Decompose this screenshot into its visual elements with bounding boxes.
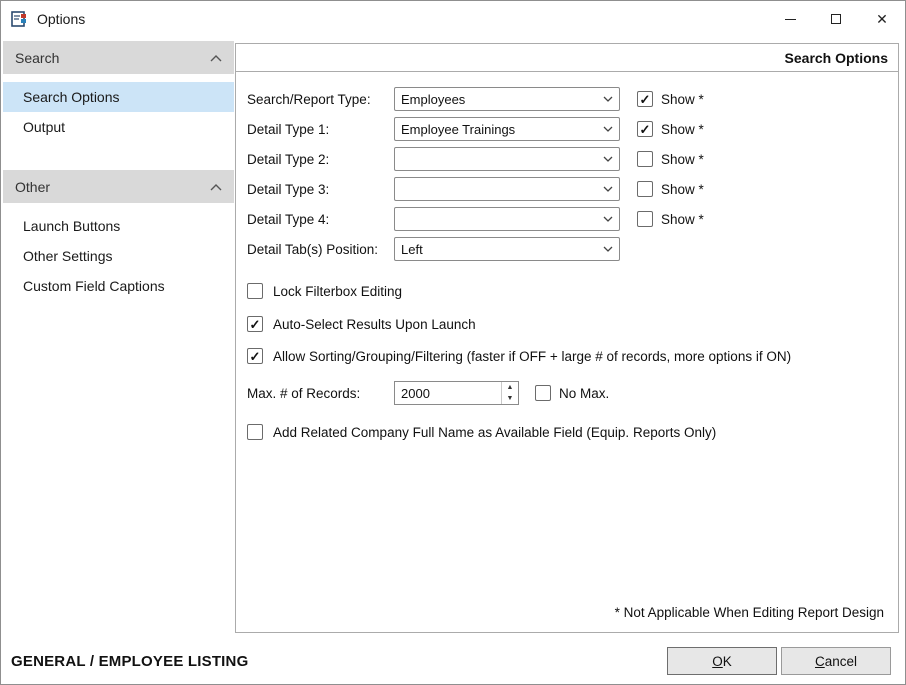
show-checkbox-4[interactable]	[637, 181, 653, 197]
window-title: Options	[37, 11, 85, 27]
close-button[interactable]: ✕	[859, 1, 905, 37]
titlebar: Options ✕	[1, 1, 905, 37]
field-label: Search/Report Type:	[247, 92, 394, 107]
sidebar-item-other-settings[interactable]: Other Settings	[3, 241, 234, 271]
related-company-checkbox[interactable]	[247, 424, 263, 440]
auto-select-checkbox[interactable]	[247, 316, 263, 332]
detail-type-4-dropdown[interactable]	[394, 207, 620, 231]
chevron-up-icon	[210, 183, 222, 191]
spinner-down-icon[interactable]: ▼	[502, 393, 518, 404]
close-icon: ✕	[876, 12, 888, 26]
chevron-down-icon	[603, 126, 613, 132]
sidebar-section-other[interactable]: Other	[3, 170, 234, 203]
field-label: Detail Type 2:	[247, 152, 394, 167]
related-company-row: Add Related Company Full Name as Availab…	[247, 424, 898, 440]
ok-button[interactable]: OK	[667, 647, 777, 675]
footnote: * Not Applicable When Editing Report Des…	[615, 605, 884, 620]
field-label: Max. # of Records:	[247, 386, 394, 401]
maximize-icon	[831, 14, 841, 24]
options-dialog: Options ✕ Search Search Options Output O…	[0, 0, 906, 685]
no-max-checkbox[interactable]	[535, 385, 551, 401]
sidebar-section-search[interactable]: Search	[3, 41, 234, 74]
detail-type-4-row: Detail Type 4: Show *	[247, 204, 898, 234]
maximize-button[interactable]	[813, 1, 859, 37]
field-label: Detail Type 4:	[247, 212, 394, 227]
chevron-down-icon	[603, 216, 613, 222]
app-icon	[11, 10, 29, 28]
search-report-type-row: Search/Report Type: Employees Show *	[247, 84, 898, 114]
sidebar-item-search-options[interactable]: Search Options	[3, 82, 234, 112]
detail-type-1-row: Detail Type 1: Employee Trainings Show *	[247, 114, 898, 144]
max-records-spinner[interactable]: 2000 ▲ ▼	[394, 381, 519, 405]
field-label: Detail Type 3:	[247, 182, 394, 197]
lock-filterbox-row: Lock Filterbox Editing	[247, 283, 898, 299]
search-options-panel: Search Options Search/Report Type: Emplo…	[235, 43, 899, 633]
minimize-icon	[785, 19, 796, 20]
sidebar-item-custom-field-captions[interactable]: Custom Field Captions	[3, 271, 234, 301]
sidebar: Search Search Options Output Other Launc…	[3, 41, 234, 636]
allow-sorting-row: Allow Sorting/Grouping/Filtering (faster…	[247, 348, 898, 364]
detail-tab-position-dropdown[interactable]: Left	[394, 237, 620, 261]
search-report-type-dropdown[interactable]: Employees	[394, 87, 620, 111]
spinner-up-icon[interactable]: ▲	[502, 382, 518, 393]
chevron-down-icon	[603, 246, 613, 252]
minimize-button[interactable]	[767, 1, 813, 37]
lock-filterbox-checkbox[interactable]	[247, 283, 263, 299]
chevron-down-icon	[603, 96, 613, 102]
show-checkbox-5[interactable]	[637, 211, 653, 227]
sidebar-item-launch-buttons[interactable]: Launch Buttons	[3, 211, 234, 241]
allow-sorting-checkbox[interactable]	[247, 348, 263, 364]
auto-select-row: Auto-Select Results Upon Launch	[247, 316, 898, 332]
footer-bar: GENERAL / EMPLOYEE LISTING OK Cancel	[1, 638, 905, 684]
chevron-down-icon	[603, 156, 613, 162]
field-label: Detail Type 1:	[247, 122, 394, 137]
detail-type-2-row: Detail Type 2: Show *	[247, 144, 898, 174]
cancel-button[interactable]: Cancel	[781, 647, 891, 675]
show-checkbox-1[interactable]	[637, 91, 653, 107]
show-checkbox-2[interactable]	[637, 121, 653, 137]
status-text: GENERAL / EMPLOYEE LISTING	[11, 653, 248, 670]
chevron-up-icon	[210, 54, 222, 62]
detail-type-3-row: Detail Type 3: Show *	[247, 174, 898, 204]
show-checkbox-3[interactable]	[637, 151, 653, 167]
sidebar-item-output[interactable]: Output	[3, 112, 234, 142]
max-records-row: Max. # of Records: 2000 ▲ ▼ No Max.	[247, 378, 898, 408]
detail-tab-position-row: Detail Tab(s) Position: Left	[247, 234, 898, 264]
panel-title: Search Options	[236, 44, 898, 72]
chevron-down-icon	[603, 186, 613, 192]
detail-type-1-dropdown[interactable]: Employee Trainings	[394, 117, 620, 141]
detail-type-2-dropdown[interactable]	[394, 147, 620, 171]
field-label: Detail Tab(s) Position:	[247, 242, 394, 257]
detail-type-3-dropdown[interactable]	[394, 177, 620, 201]
